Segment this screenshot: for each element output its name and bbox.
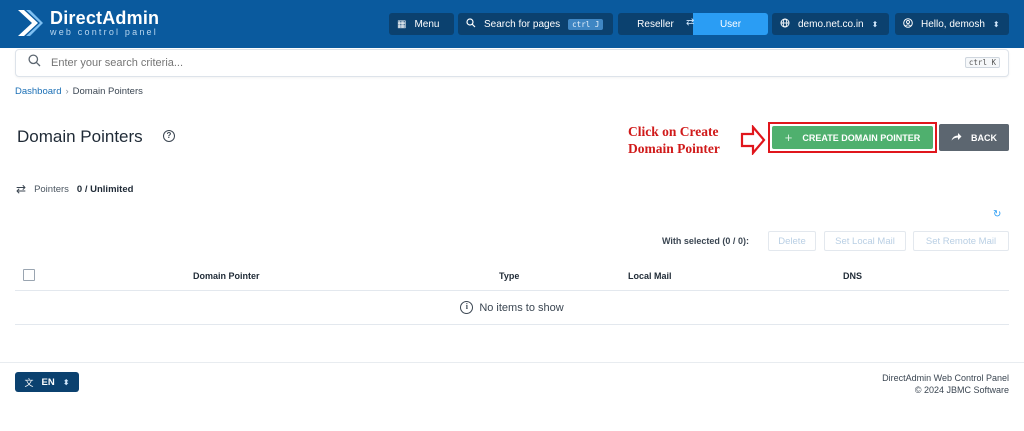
search-shortcut: ctrl K: [964, 57, 1000, 68]
domain-select[interactable]: demo.net.co.in ⬍: [772, 13, 889, 35]
top-navbar: DirectAdmin web control panel ▦ Menu Sea…: [0, 0, 1024, 48]
logo-title: DirectAdmin: [50, 7, 160, 28]
back-button-label: BACK: [971, 132, 997, 143]
search-input[interactable]: [51, 57, 951, 69]
exchange-icon: ⇄: [16, 182, 27, 196]
role-switch[interactable]: Reseller User ⇄: [618, 13, 768, 35]
breadcrumb-dashboard[interactable]: Dashboard: [15, 86, 61, 97]
footer-copyright: DirectAdmin Web Control Panel © 2024 JBM…: [882, 372, 1009, 396]
chevron-updown-icon: ⬍: [62, 377, 70, 387]
breadcrumb-separator-icon: ›: [65, 86, 69, 97]
refresh-icon[interactable]: ↻: [993, 209, 1001, 220]
set-local-mail-button[interactable]: Set Local Mail: [824, 231, 906, 251]
footer-copyright-line: © 2024 JBMC Software: [914, 385, 1009, 395]
search-icon: [466, 17, 476, 31]
globe-icon: [780, 18, 790, 31]
set-remote-mail-button[interactable]: Set Remote Mail: [913, 231, 1009, 251]
annotation-arrow-icon: [740, 123, 766, 160]
annotation-line-2: Domain Pointer: [628, 141, 720, 156]
language-value: EN: [41, 376, 55, 388]
column-domain-pointer[interactable]: Domain Pointer: [193, 271, 260, 281]
annotation-text: Click on Create Domain Pointer: [628, 123, 720, 157]
create-domain-pointer-button[interactable]: + CREATE DOMAIN POINTER: [772, 126, 933, 149]
empty-state: i No items to show: [15, 291, 1009, 325]
search-pages-shortcut: ctrl J: [568, 18, 604, 30]
logo-subtitle: web control panel: [50, 26, 158, 37]
domain-pointers-table: Domain Pointer Type Local Mail DNS i No …: [15, 262, 1009, 325]
footer-product: DirectAdmin Web Control Panel: [882, 373, 1009, 383]
domain-select-value: demo.net.co.in: [798, 18, 864, 30]
table-header: Domain Pointer Type Local Mail DNS: [15, 262, 1009, 291]
column-type[interactable]: Type: [499, 271, 519, 281]
grid-icon: ▦: [397, 18, 407, 30]
create-button-label: CREATE DOMAIN POINTER: [802, 132, 921, 143]
pointers-usage: ⇄ Pointers 0 / Unlimited: [16, 182, 133, 196]
language-select[interactable]: 文 EN ⬍: [15, 372, 79, 392]
user-menu-button[interactable]: Hello, demosh ⬍: [895, 13, 1009, 35]
share-arrow-icon: [951, 132, 962, 144]
help-icon[interactable]: ?: [163, 130, 175, 142]
chevron-updown-icon: ⬍: [871, 19, 879, 29]
plus-icon: +: [784, 130, 793, 145]
logo-icon: [16, 8, 44, 38]
menu-button[interactable]: ▦ Menu: [389, 13, 454, 35]
create-button-highlight: + CREATE DOMAIN POINTER: [768, 122, 937, 153]
info-icon: i: [460, 301, 474, 314]
swap-icon: ⇄: [686, 17, 695, 28]
global-search: ctrl K: [15, 49, 1009, 77]
with-selected-label: With selected (0 / 0):: [662, 236, 749, 246]
role-user[interactable]: User: [693, 13, 768, 35]
delete-button[interactable]: Delete: [768, 231, 816, 251]
menu-label: Menu: [414, 18, 440, 30]
breadcrumb: Dashboard › Domain Pointers: [15, 86, 143, 97]
empty-message: No items to show: [479, 301, 564, 314]
pointers-label: Pointers: [34, 183, 69, 195]
directadmin-logo[interactable]: DirectAdmin web control panel: [16, 8, 159, 38]
search-pages-button[interactable]: Search for pages ctrl J: [458, 13, 613, 35]
role-reseller[interactable]: Reseller: [618, 13, 693, 35]
search-pages-label: Search for pages: [484, 18, 561, 30]
annotation-line-1: Click on Create: [628, 124, 719, 139]
footer-divider: [0, 362, 1024, 363]
pointers-value: 0 / Unlimited: [76, 183, 134, 195]
user-greeting: Hello, demosh: [921, 18, 985, 30]
search-icon: [28, 54, 41, 72]
back-button[interactable]: BACK: [939, 124, 1009, 151]
chevron-updown-icon: ⬍: [992, 19, 1000, 29]
translate-icon: 文: [24, 377, 34, 388]
user-icon: [903, 17, 913, 31]
column-local-mail[interactable]: Local Mail: [628, 271, 672, 281]
breadcrumb-current: Domain Pointers: [72, 86, 143, 97]
column-dns[interactable]: DNS: [843, 271, 862, 281]
select-all-checkbox[interactable]: [23, 269, 35, 281]
page-title: Domain Pointers: [17, 127, 143, 146]
